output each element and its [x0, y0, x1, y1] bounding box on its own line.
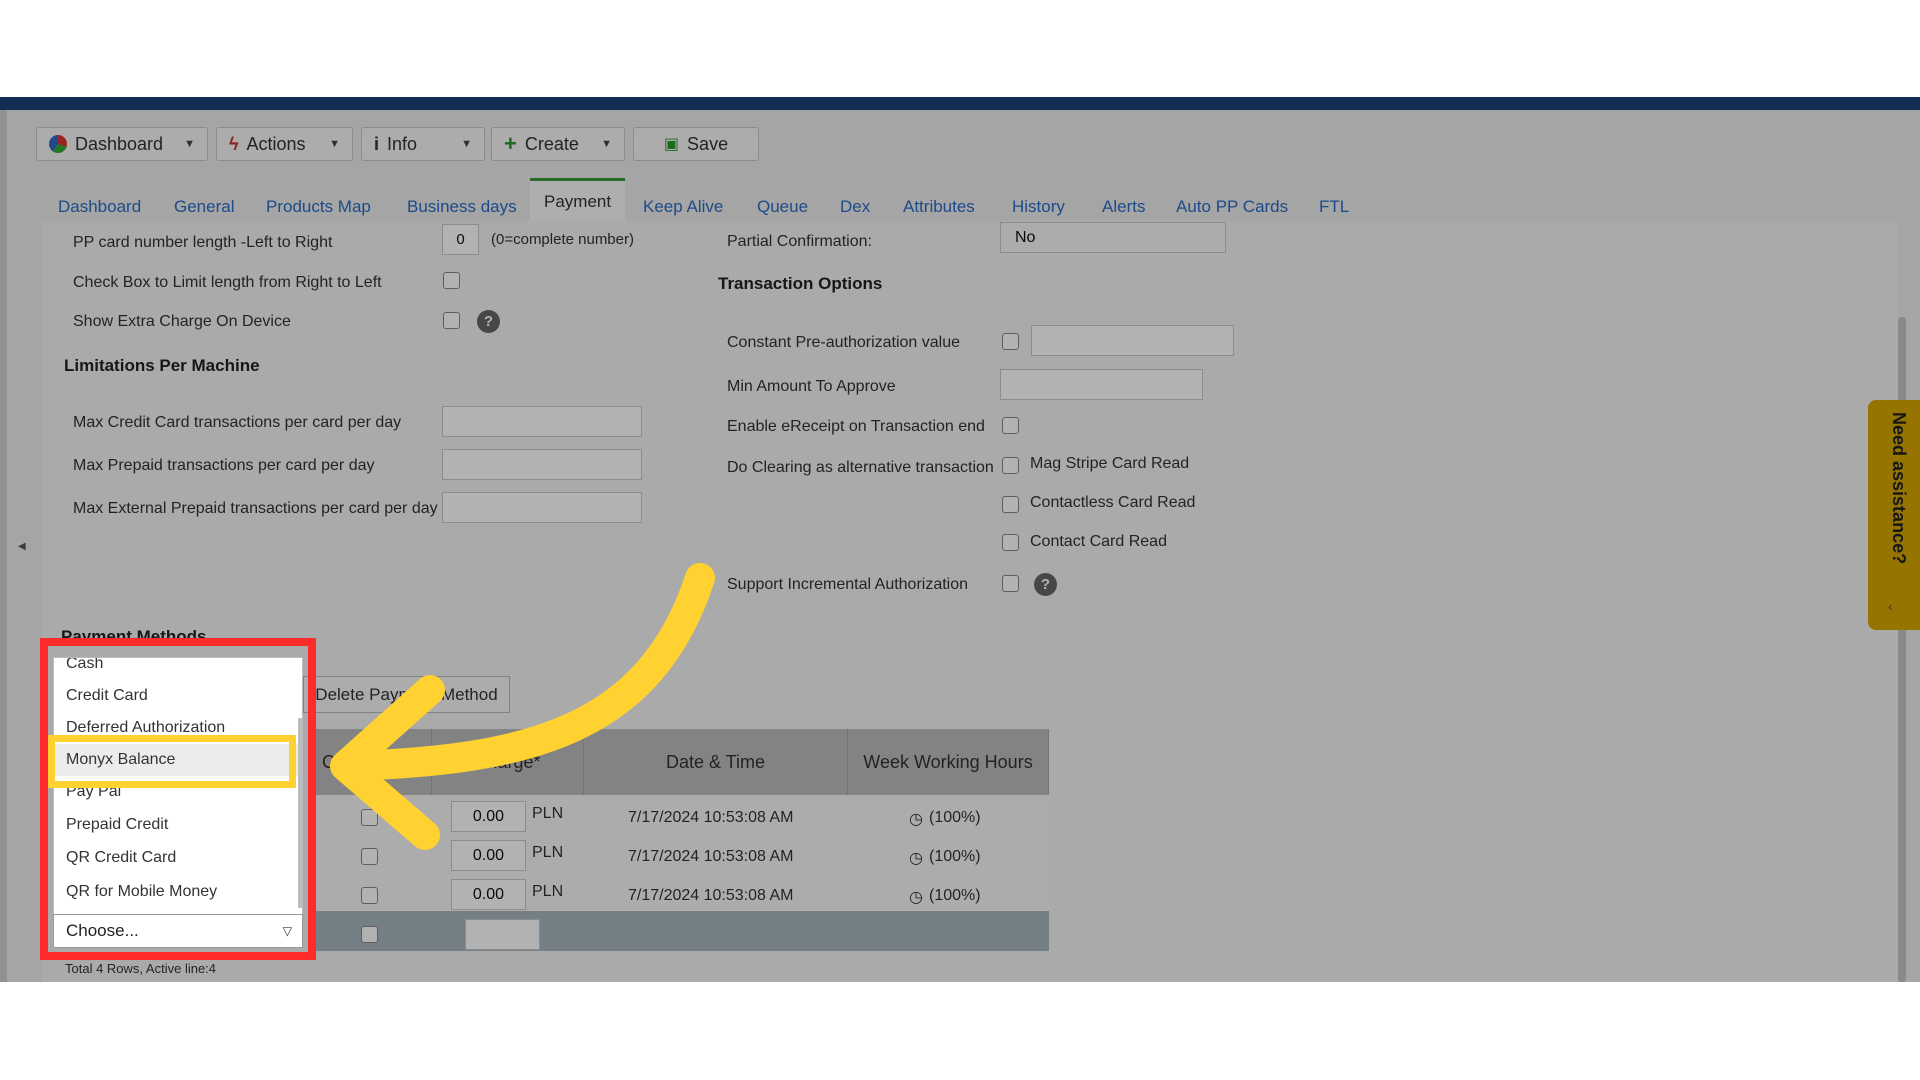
highlight-box-yellow — [48, 735, 296, 788]
highlight-box-red — [40, 638, 316, 960]
pointer-arrow-icon — [330, 563, 715, 850]
